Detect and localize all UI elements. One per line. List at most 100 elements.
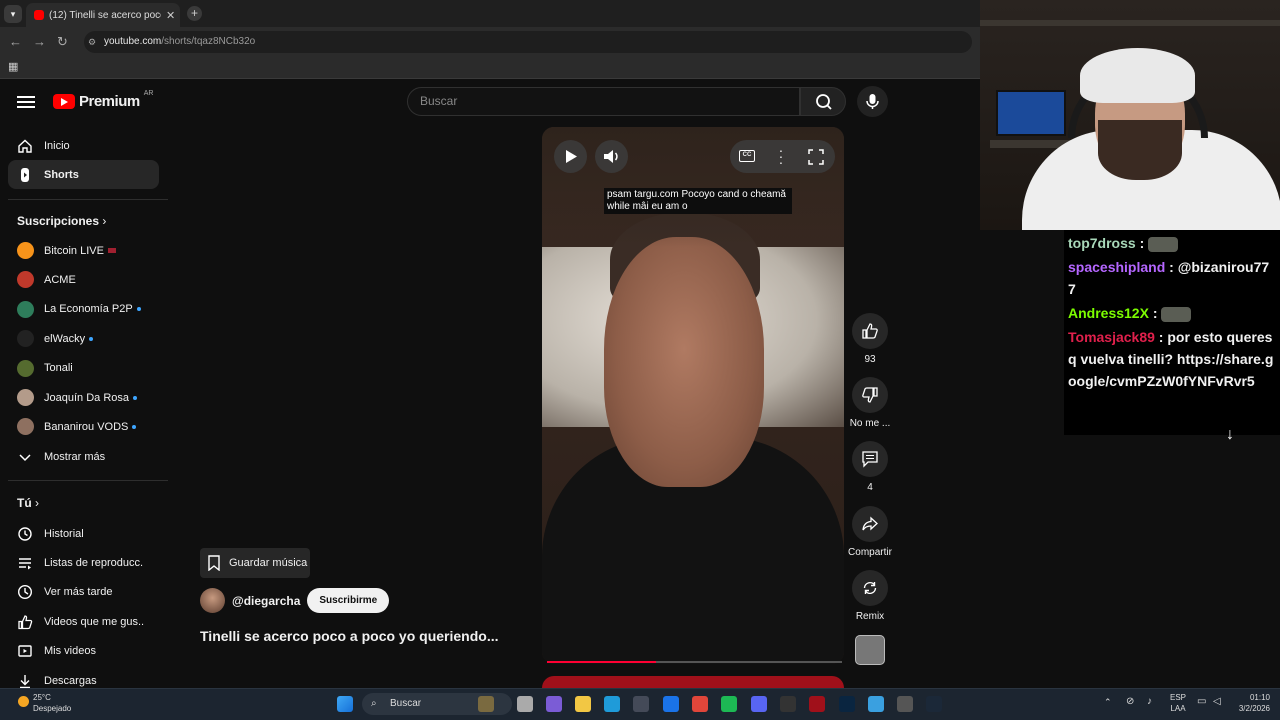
sidebar-item-liked[interactable]: Videos que me gus... [8,607,159,636]
tray-chevron-icon[interactable]: ⌃ [1104,697,1112,708]
system-clock[interactable]: 01:10 3/2/2026 [1230,692,1270,714]
channel-avatar[interactable] [200,588,225,613]
spotify-icon[interactable] [721,696,737,712]
app-icon[interactable] [780,696,796,712]
task-view-icon[interactable] [517,696,533,712]
youtube-premium-logo[interactable]: Premium AR [53,90,153,110]
share-action[interactable]: Compartir [848,506,892,558]
sound-thumbnail[interactable] [855,635,885,665]
show-more-button[interactable]: Mostrar más [8,442,159,471]
edge-icon[interactable] [604,696,620,712]
like-action[interactable]: 93 [852,313,888,365]
scroll-down-icon[interactable]: ↓ [1226,426,1234,444]
back-icon[interactable]: ← [9,34,22,49]
remix-button[interactable] [852,570,888,606]
tray-mic-icon[interactable]: ♪ [1147,696,1152,707]
search-icon [816,94,832,110]
chat-emote-icon [1161,306,1192,322]
file-explorer-icon[interactable] [575,696,591,712]
taskbar-search-label: Buscar [390,698,422,709]
copilot-icon[interactable] [546,696,562,712]
photoshop-icon[interactable] [839,696,855,712]
volume-button[interactable] [595,140,628,173]
chevron-down-icon [19,453,31,461]
sidebar-item-history[interactable]: Historial [8,519,159,548]
captions-icon[interactable]: CC [739,150,755,162]
new-content-indicator [133,395,137,400]
short-title[interactable]: Tinelli se acerco poco a poco yo querien… [200,628,498,644]
sidebar-item-inicio[interactable]: Inicio [8,131,159,160]
recorder-icon[interactable] [897,696,913,712]
my-videos-icon [18,645,32,657]
start-icon[interactable] [337,696,353,712]
sidebar-subscription-7[interactable]: Bananirou VODS [8,412,159,441]
language-indicator[interactable]: ESP LAA [1164,692,1192,714]
network-icon[interactable]: ▭ [1197,696,1206,707]
store-icon[interactable] [633,696,649,712]
sidebar-subscription-5[interactable]: Tonali [8,354,159,383]
save-music-button[interactable]: Guardar música [200,548,310,578]
like-button[interactable] [852,313,888,349]
sidebar-item-my-videos[interactable]: Mis videos [8,637,159,666]
forward-icon[interactable]: → [33,34,46,49]
channel-avatar [17,359,34,377]
comments-action[interactable]: 4 [852,441,888,493]
more-options-icon[interactable]: · · · [778,143,784,169]
live-indicator [107,248,116,253]
new-tab-button[interactable]: + [187,6,202,21]
sidebar-subscription-3[interactable]: La Economía P2P [8,295,159,324]
sidebar-item-label: ACME [44,273,76,286]
dislike-button[interactable] [852,377,888,413]
share-button[interactable] [852,506,888,542]
video-captions: psam targu.com Pocoyo cand o cheamă whil… [604,188,792,214]
sidebar-item-label: Listas de reproducc... [44,556,144,569]
video-app-icon[interactable] [809,696,825,712]
voice-search-button[interactable] [857,86,888,117]
search-button[interactable] [800,87,846,116]
weather-widget[interactable]: 25°C Despejado [18,692,71,714]
sidebar-item-playlists[interactable]: Listas de reproducc... [8,548,159,577]
reload-icon[interactable]: ↻ [57,34,68,50]
sidebar-item-label: elWacky [44,332,86,345]
sidebar-subscription-1[interactable]: Bitcoin LIVE [8,236,159,265]
search-input[interactable]: Buscar [407,87,800,116]
chrome-icon[interactable] [692,696,708,712]
play-button[interactable] [554,140,587,173]
video-progress-bar[interactable] [547,661,842,663]
channel-avatar [17,330,34,348]
hamburger-menu-icon[interactable] [17,93,35,109]
notepad-icon[interactable] [868,696,884,712]
tray-icon[interactable]: ⊘ [1126,696,1134,707]
sidebar-item-watch-later[interactable]: Ver más tarde [8,578,159,607]
subscribe-button[interactable]: Suscribirme [307,588,390,613]
site-info-icon[interactable]: ⚙ [88,37,96,48]
tab-close-icon[interactable]: ✕ [166,9,175,22]
sidebar-divider [8,480,168,481]
subscriptions-heading[interactable]: Suscripciones › [17,214,106,228]
remix-icon [863,581,877,595]
sidebar-item-label: Bitcoin LIVE [44,244,104,257]
sidebar-subscription-2[interactable]: ACME [8,265,159,294]
browser-tab[interactable]: (12) Tinelli se acerco poco a poco ✕ [26,3,180,27]
you-heading[interactable]: Tú › [17,496,39,510]
sidebar-subscription-6[interactable]: Joaquín Da Rosa [8,383,159,412]
sidebar-subscription-4[interactable]: elWacky [8,324,159,353]
widget-icon[interactable] [478,696,494,712]
discord-icon[interactable] [751,696,767,712]
remix-action[interactable]: Remix [852,570,888,622]
dislike-action[interactable]: No me ... [850,377,890,429]
outlook-icon[interactable] [663,696,679,712]
address-bar[interactable]: youtube.com/shorts/tqaz8NCb32o [84,31,972,53]
fullscreen-icon[interactable] [808,149,824,165]
channel-name[interactable]: @diegarcha [232,594,300,608]
volume-tray-icon[interactable]: ◁ [1213,696,1221,707]
comments-button[interactable] [852,441,888,477]
sidebar-item-shorts[interactable]: Shorts [8,160,159,189]
sidebar-item-label: Tonali [44,362,73,375]
tab-search-button[interactable]: ▾ [4,5,22,23]
steam-icon[interactable] [926,696,942,712]
chat-message: top7dross : [1068,232,1276,254]
dislike-label: No me ... [849,418,891,429]
channel-avatar [17,418,34,436]
apps-grid-icon[interactable]: ▦ [8,60,18,73]
